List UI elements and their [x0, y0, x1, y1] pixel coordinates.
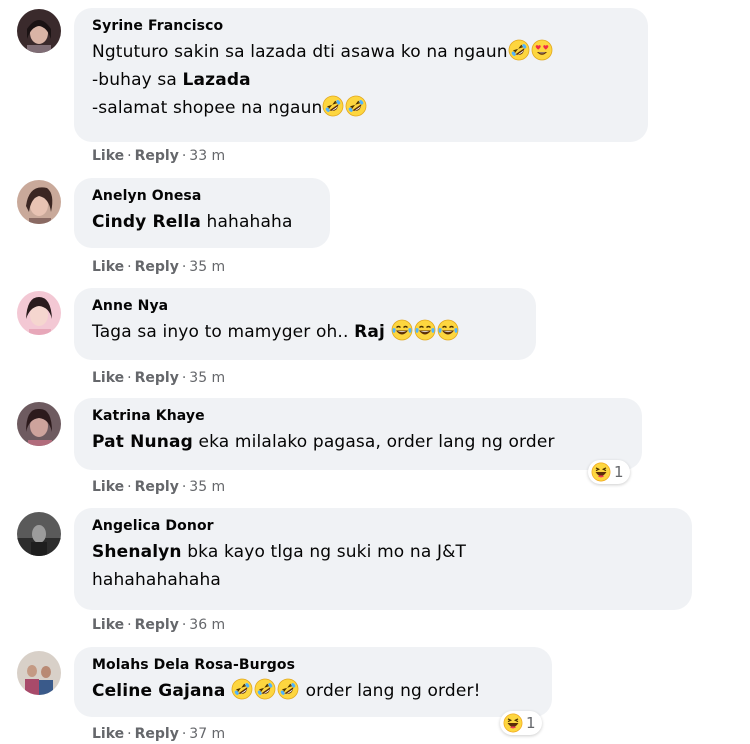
- avatar[interactable]: [17, 291, 61, 335]
- mention-link[interactable]: Lazada: [183, 70, 251, 90]
- reply-button[interactable]: Reply: [135, 617, 179, 633]
- rolling-on-floor-laughing-icon: [277, 678, 299, 700]
- comment-actions: Like · Reply · 36 m: [92, 617, 226, 633]
- comment-actions: Like · Reply · 35 m: [92, 370, 226, 386]
- comment-author[interactable]: Molahs Dela Rosa-Burgos: [92, 655, 536, 675]
- reaction-count: 1: [526, 714, 536, 732]
- comment-bubble: Katrina Khaye Pat Nunag eka milalako pag…: [74, 398, 642, 470]
- avatar[interactable]: [17, 512, 61, 556]
- comment-actions: Like · Reply · 35 m: [92, 259, 226, 275]
- rolling-on-floor-laughing-icon: [231, 678, 253, 700]
- heart-eyes-icon: [531, 39, 553, 61]
- comment-text: Shenalyn bka kayo tlga ng suki mo na J&T…: [92, 542, 467, 590]
- avatar[interactable]: [17, 9, 61, 53]
- reply-button[interactable]: Reply: [135, 259, 179, 275]
- mention-link[interactable]: Pat Nunag: [92, 432, 193, 452]
- avatar[interactable]: [17, 402, 61, 446]
- like-button[interactable]: Like: [92, 370, 124, 386]
- reaction-count: 1: [614, 463, 624, 481]
- comment-author[interactable]: Angelica Donor: [92, 516, 676, 536]
- mention-link[interactable]: Celine Gajana: [92, 681, 225, 701]
- comment-actions: Like · Reply · 33 m: [92, 148, 226, 164]
- haha-reaction-icon: [591, 462, 611, 482]
- rolling-on-floor-laughing-icon: [508, 39, 530, 61]
- comment-text: Taga sa inyo to mamyger oh.. Raj: [92, 318, 520, 346]
- comment-bubble: Angelica Donor Shenalyn bka kayo tlga ng…: [74, 508, 692, 610]
- comment-text: Celine Gajana order lang ng order!: [92, 677, 536, 705]
- mention-link[interactable]: Raj: [354, 322, 385, 342]
- comment-bubble: Molahs Dela Rosa-Burgos Celine Gajana or…: [74, 647, 552, 717]
- comment-bubble: Anne Nya Taga sa inyo to mamyger oh.. Ra…: [74, 288, 536, 360]
- reply-button[interactable]: Reply: [135, 479, 179, 495]
- reaction-summary[interactable]: 1: [588, 460, 630, 484]
- reaction-summary[interactable]: 1: [500, 711, 542, 735]
- haha-reaction-icon: [503, 713, 523, 733]
- mention-link[interactable]: Cindy Rella: [92, 212, 201, 232]
- comment-timestamp[interactable]: 33 m: [189, 148, 225, 164]
- comment-timestamp[interactable]: 35 m: [189, 259, 225, 275]
- avatar[interactable]: [17, 180, 61, 224]
- like-button[interactable]: Like: [92, 479, 124, 495]
- tears-of-joy-icon: [391, 319, 413, 341]
- comment-text: Ngtuturo sakin sa lazada dti asawa ko na…: [92, 38, 632, 122]
- comment-text: Cindy Rella hahahaha: [92, 212, 293, 232]
- rolling-on-floor-laughing-icon: [345, 95, 367, 117]
- avatar[interactable]: [17, 651, 61, 695]
- comment-bubble: Anelyn Onesa Cindy Rella hahahaha: [74, 178, 330, 248]
- comment-actions: Like · Reply · 37 m: [92, 726, 226, 742]
- comment-author[interactable]: Syrine Francisco: [92, 16, 632, 36]
- like-button[interactable]: Like: [92, 148, 124, 164]
- comment-author[interactable]: Anne Nya: [92, 296, 520, 316]
- comment-bubble: Syrine Francisco Ngtuturo sakin sa lazad…: [74, 8, 648, 142]
- comment-author[interactable]: Katrina Khaye: [92, 406, 626, 426]
- reply-button[interactable]: Reply: [135, 148, 179, 164]
- comment-author[interactable]: Anelyn Onesa: [92, 186, 314, 206]
- tears-of-joy-icon: [414, 319, 436, 341]
- comment-timestamp[interactable]: 35 m: [189, 479, 225, 495]
- reply-button[interactable]: Reply: [135, 370, 179, 386]
- comment-timestamp[interactable]: 36 m: [189, 617, 225, 633]
- like-button[interactable]: Like: [92, 259, 124, 275]
- tears-of-joy-icon: [437, 319, 459, 341]
- comment-timestamp[interactable]: 35 m: [189, 370, 225, 386]
- like-button[interactable]: Like: [92, 617, 124, 633]
- comment-actions: Like · Reply · 35 m: [92, 479, 226, 495]
- comment-text: Pat Nunag eka milalako pagasa, order lan…: [92, 432, 555, 452]
- rolling-on-floor-laughing-icon: [254, 678, 276, 700]
- mention-link[interactable]: Shenalyn: [92, 542, 182, 562]
- rolling-on-floor-laughing-icon: [322, 95, 344, 117]
